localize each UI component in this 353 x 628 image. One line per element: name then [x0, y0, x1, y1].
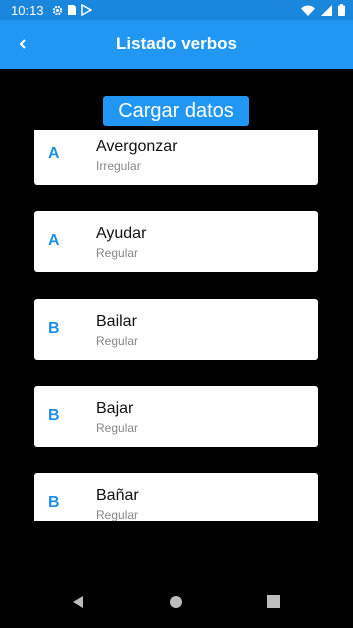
- verb-type: Regular: [96, 508, 139, 521]
- verb-letter: B: [48, 494, 60, 511]
- verb-name: Bañar: [96, 487, 139, 504]
- verb-type: Regular: [96, 246, 139, 260]
- wifi-icon: [301, 5, 315, 16]
- verb-card[interactable]: B Bañar Regular: [34, 473, 318, 521]
- play-store-icon: [81, 4, 92, 16]
- verb-name: Bajar: [96, 400, 134, 417]
- navigation-bar: [0, 578, 353, 628]
- verb-name: Ayudar: [96, 225, 147, 242]
- home-circle-icon: [169, 595, 183, 614]
- verb-card[interactable]: A Ayudar Regular: [34, 211, 318, 272]
- verb-type: Irregular: [96, 159, 141, 173]
- verb-name: Bailar: [96, 313, 137, 330]
- back-triangle-icon: [71, 595, 85, 614]
- battery-icon: [338, 4, 345, 16]
- recents-square-icon: [266, 595, 280, 613]
- verb-card[interactable]: B Bajar Regular: [34, 386, 318, 447]
- verb-card[interactable]: A Avergonzar Irregular: [34, 130, 318, 185]
- app-bar: Listado verbos: [0, 20, 353, 69]
- verb-letter: A: [48, 232, 60, 249]
- status-time: 10:13: [11, 3, 44, 18]
- sim-card-icon: [67, 4, 77, 16]
- page-title: Listado verbos: [116, 34, 237, 53]
- verb-name: Avergonzar: [96, 138, 178, 155]
- verb-list[interactable]: A Avergonzar Irregular A Ayudar Regular …: [0, 130, 353, 521]
- nav-recents-button[interactable]: [262, 593, 284, 615]
- verb-letter: A: [48, 145, 60, 162]
- nav-home-button[interactable]: [165, 593, 187, 615]
- gear-icon: [52, 5, 63, 16]
- verb-letter: B: [48, 320, 60, 337]
- verb-card[interactable]: B Bailar Regular: [34, 299, 318, 360]
- status-bar: 10:13: [0, 0, 353, 20]
- verb-type: Regular: [96, 421, 139, 435]
- nav-back-button[interactable]: [67, 593, 89, 615]
- verb-type: Regular: [96, 334, 139, 348]
- load-data-button[interactable]: Cargar datos: [103, 96, 249, 126]
- signal-icon: [321, 4, 332, 16]
- verb-letter: B: [48, 407, 60, 424]
